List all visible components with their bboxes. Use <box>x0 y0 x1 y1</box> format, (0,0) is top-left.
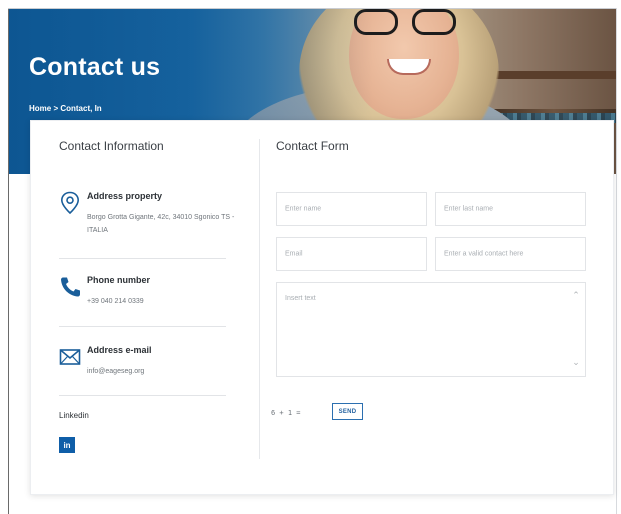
address-block: Address property Borgo Grotta Gigante, 4… <box>59 191 234 251</box>
address-text: Borgo Grotta Gigante, 42c, 34010 Sgonico… <box>87 214 235 234</box>
last-name-placeholder: Enter last name <box>444 205 494 213</box>
email-heading: Address e-mail <box>87 345 152 355</box>
address-heading: Address property <box>87 191 163 201</box>
phone-heading: Phone number <box>87 275 151 285</box>
location-pin-icon <box>59 191 81 215</box>
divider <box>59 326 226 327</box>
frame-border <box>616 8 617 514</box>
message-placeholder: Insert text <box>285 295 316 302</box>
divider <box>59 395 226 396</box>
scroll-down-icon[interactable]: ⌄ <box>571 358 581 368</box>
last-name-input[interactable]: Enter last name <box>435 192 586 226</box>
page-title: Contact us <box>29 53 161 81</box>
first-name-placeholder: Enter name <box>285 205 322 213</box>
email-text[interactable]: info@eageseg.org <box>87 365 237 378</box>
contact-info-column: Contact Information Address property Bor… <box>31 121 260 494</box>
phone-text[interactable]: +39 040 214 0339 <box>87 295 237 308</box>
phone-icon <box>59 275 81 297</box>
linkedin-label: Linkedin <box>59 411 89 420</box>
phone-block: Phone number +39 040 214 0339 <box>59 275 229 315</box>
contact-info-title: Contact Information <box>59 139 164 153</box>
divider <box>59 258 226 259</box>
contact-card: Contact Information Address property Bor… <box>30 120 614 495</box>
contact-form-title: Contact Form <box>276 139 349 153</box>
column-divider <box>259 139 260 459</box>
email-placeholder: Email <box>285 250 303 258</box>
first-name-input[interactable]: Enter name <box>276 192 427 226</box>
breadcrumb[interactable]: Home > Contact, In <box>29 104 102 113</box>
email-block: Address e-mail info@eageseg.org <box>59 345 229 385</box>
email-input[interactable]: Email <box>276 237 427 271</box>
captcha-question: 6 + 1 = <box>271 409 301 417</box>
send-button[interactable]: SEND <box>332 403 363 420</box>
contact-input[interactable]: Enter a valid contact here <box>435 237 586 271</box>
contact-placeholder: Enter a valid contact here <box>444 250 524 258</box>
envelope-icon <box>59 345 81 367</box>
scroll-up-icon[interactable]: ⌃ <box>571 291 581 301</box>
page-frame: Contact us Home > Contact, In Contact In… <box>0 0 621 514</box>
linkedin-icon[interactable]: in <box>59 437 75 453</box>
message-textarea[interactable]: Insert text ⌃ ⌄ <box>276 282 586 377</box>
